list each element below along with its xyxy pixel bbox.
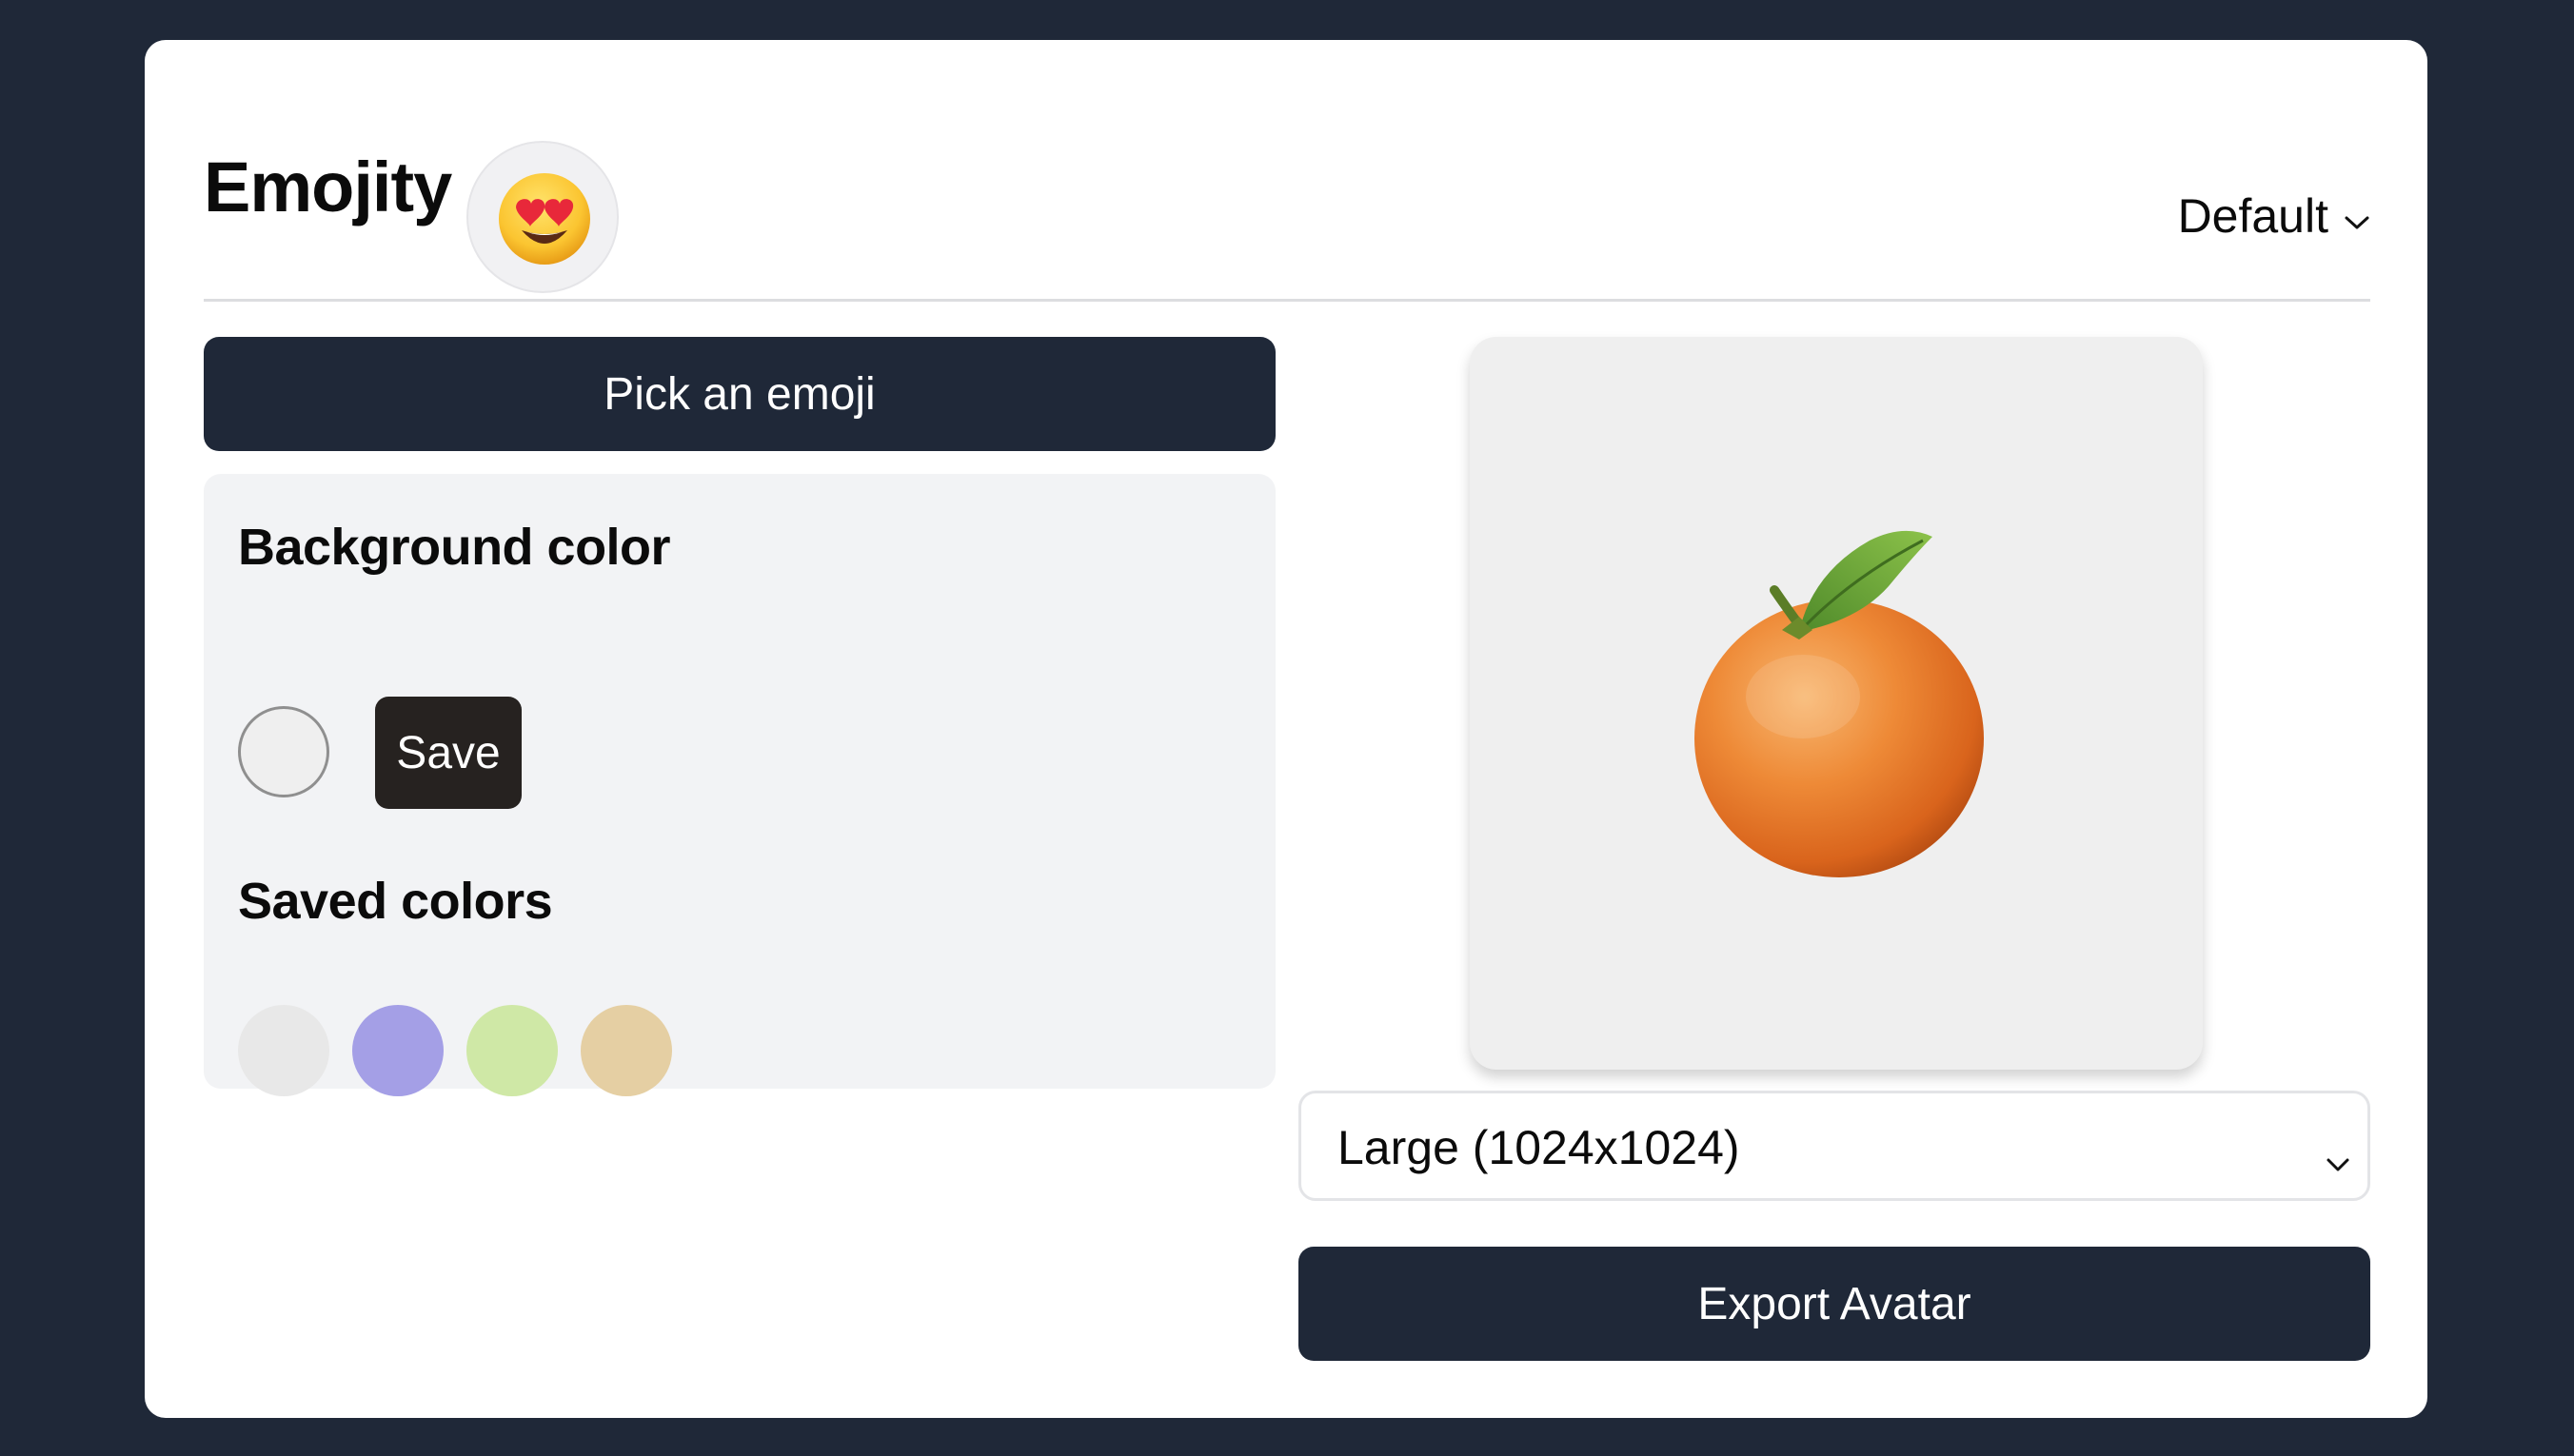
preset-select[interactable]: Default (2178, 183, 2370, 249)
heart-eyes-emoji-icon (466, 141, 619, 293)
chevron-down-icon (2344, 188, 2370, 244)
tangerine-emoji-icon (1694, 530, 1984, 877)
saved-color-swatch[interactable] (352, 1005, 444, 1096)
saved-color-swatch[interactable] (466, 1005, 558, 1096)
background-color-picker[interactable] (238, 706, 329, 797)
saved-colors-heading: Saved colors (238, 873, 553, 930)
background-color-heading: Background color (238, 519, 671, 576)
header: Emojity Default (204, 97, 2370, 299)
saved-colors-list (238, 1005, 672, 1096)
export-avatar-button[interactable]: Export Avatar (1298, 1247, 2370, 1361)
preset-label: Default (2177, 189, 2328, 243)
saved-color-swatch[interactable] (238, 1005, 329, 1096)
avatar-preview (1470, 337, 2203, 1070)
chevron-down-icon (2326, 1130, 2350, 1185)
saved-color-swatch[interactable] (581, 1005, 672, 1096)
header-divider (204, 299, 2370, 302)
app-card: Emojity Default Pick an emoji Background… (145, 40, 2427, 1418)
heart-eyes-emoji-icon-graphic (499, 173, 590, 265)
export-size-select[interactable]: Large (1024x1024) (1298, 1091, 2370, 1201)
save-color-button[interactable]: Save (375, 697, 522, 809)
app-title: Emojity (204, 148, 452, 226)
pick-emoji-button[interactable]: Pick an emoji (204, 337, 1276, 451)
background-color-panel: Background color Save Saved colors (204, 474, 1276, 1096)
export-size-value: Large (1024x1024) (1337, 1121, 1740, 1174)
